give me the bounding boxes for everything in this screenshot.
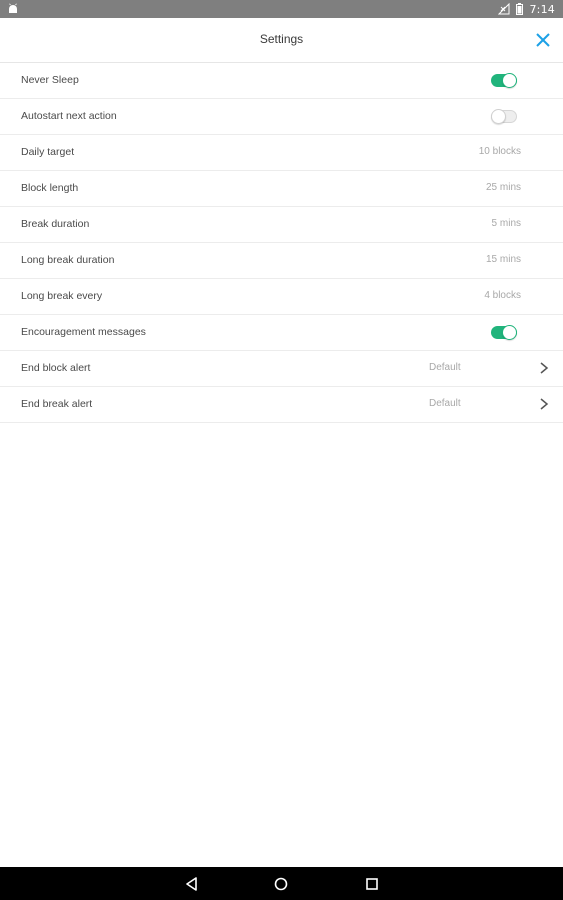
status-bar: 7:14 bbox=[0, 0, 563, 18]
settings-list: Never Sleep Autostart next action Daily … bbox=[0, 63, 563, 423]
status-clock: 7:14 bbox=[529, 2, 555, 16]
setting-long-break-duration[interactable]: Long break duration 15 mins bbox=[0, 243, 563, 279]
setting-value: 15 mins bbox=[485, 254, 521, 265]
back-icon[interactable] bbox=[183, 875, 201, 893]
page-title: Settings bbox=[259, 32, 304, 46]
no-signal-icon bbox=[498, 3, 510, 15]
setting-break-duration[interactable]: Break duration 5 mins bbox=[0, 207, 563, 243]
setting-value: Default bbox=[429, 362, 461, 373]
setting-value: 25 mins bbox=[485, 182, 521, 193]
never-sleep-toggle[interactable] bbox=[491, 73, 517, 88]
battery-icon bbox=[516, 3, 524, 15]
close-button[interactable] bbox=[529, 26, 557, 54]
setting-label: Long break duration bbox=[21, 254, 115, 266]
setting-value: 5 mins bbox=[491, 218, 521, 229]
setting-autostart-next-action[interactable]: Autostart next action bbox=[0, 99, 563, 135]
setting-never-sleep[interactable]: Never Sleep bbox=[0, 63, 563, 99]
setting-label: Long break every bbox=[21, 290, 103, 302]
setting-value: Default bbox=[429, 398, 461, 409]
close-icon bbox=[536, 33, 550, 47]
setting-label: Encouragement messages bbox=[21, 326, 146, 338]
home-icon[interactable] bbox=[272, 875, 290, 893]
setting-encouragement-messages[interactable]: Encouragement messages bbox=[0, 315, 563, 351]
chevron-right-icon bbox=[540, 362, 549, 374]
setting-daily-target[interactable]: Daily target 10 blocks bbox=[0, 135, 563, 171]
status-icons: 7:14 bbox=[498, 0, 555, 18]
setting-label: Never Sleep bbox=[21, 74, 79, 86]
setting-end-break-alert[interactable]: End break alert Default bbox=[0, 387, 563, 423]
setting-label: Autostart next action bbox=[21, 110, 117, 122]
settings-screen: 7:14 Settings Never Sleep Autostart next… bbox=[0, 0, 563, 900]
recents-icon[interactable] bbox=[363, 875, 381, 893]
chevron-right-icon bbox=[540, 398, 549, 410]
setting-label: Break duration bbox=[21, 218, 90, 230]
app-header: Settings bbox=[0, 18, 563, 63]
setting-end-block-alert[interactable]: End block alert Default bbox=[0, 351, 563, 387]
setting-label: End break alert bbox=[21, 398, 93, 410]
setting-label: Block length bbox=[21, 182, 79, 194]
autostart-toggle[interactable] bbox=[491, 109, 517, 124]
setting-block-length[interactable]: Block length 25 mins bbox=[0, 171, 563, 207]
setting-value: 4 blocks bbox=[484, 290, 521, 301]
setting-long-break-every[interactable]: Long break every 4 blocks bbox=[0, 279, 563, 315]
encouragement-toggle[interactable] bbox=[491, 325, 517, 340]
setting-label: End block alert bbox=[21, 362, 91, 374]
android-icon bbox=[9, 3, 17, 13]
setting-label: Daily target bbox=[21, 146, 75, 158]
system-nav-bar bbox=[0, 867, 563, 900]
setting-value: 10 blocks bbox=[478, 146, 521, 157]
